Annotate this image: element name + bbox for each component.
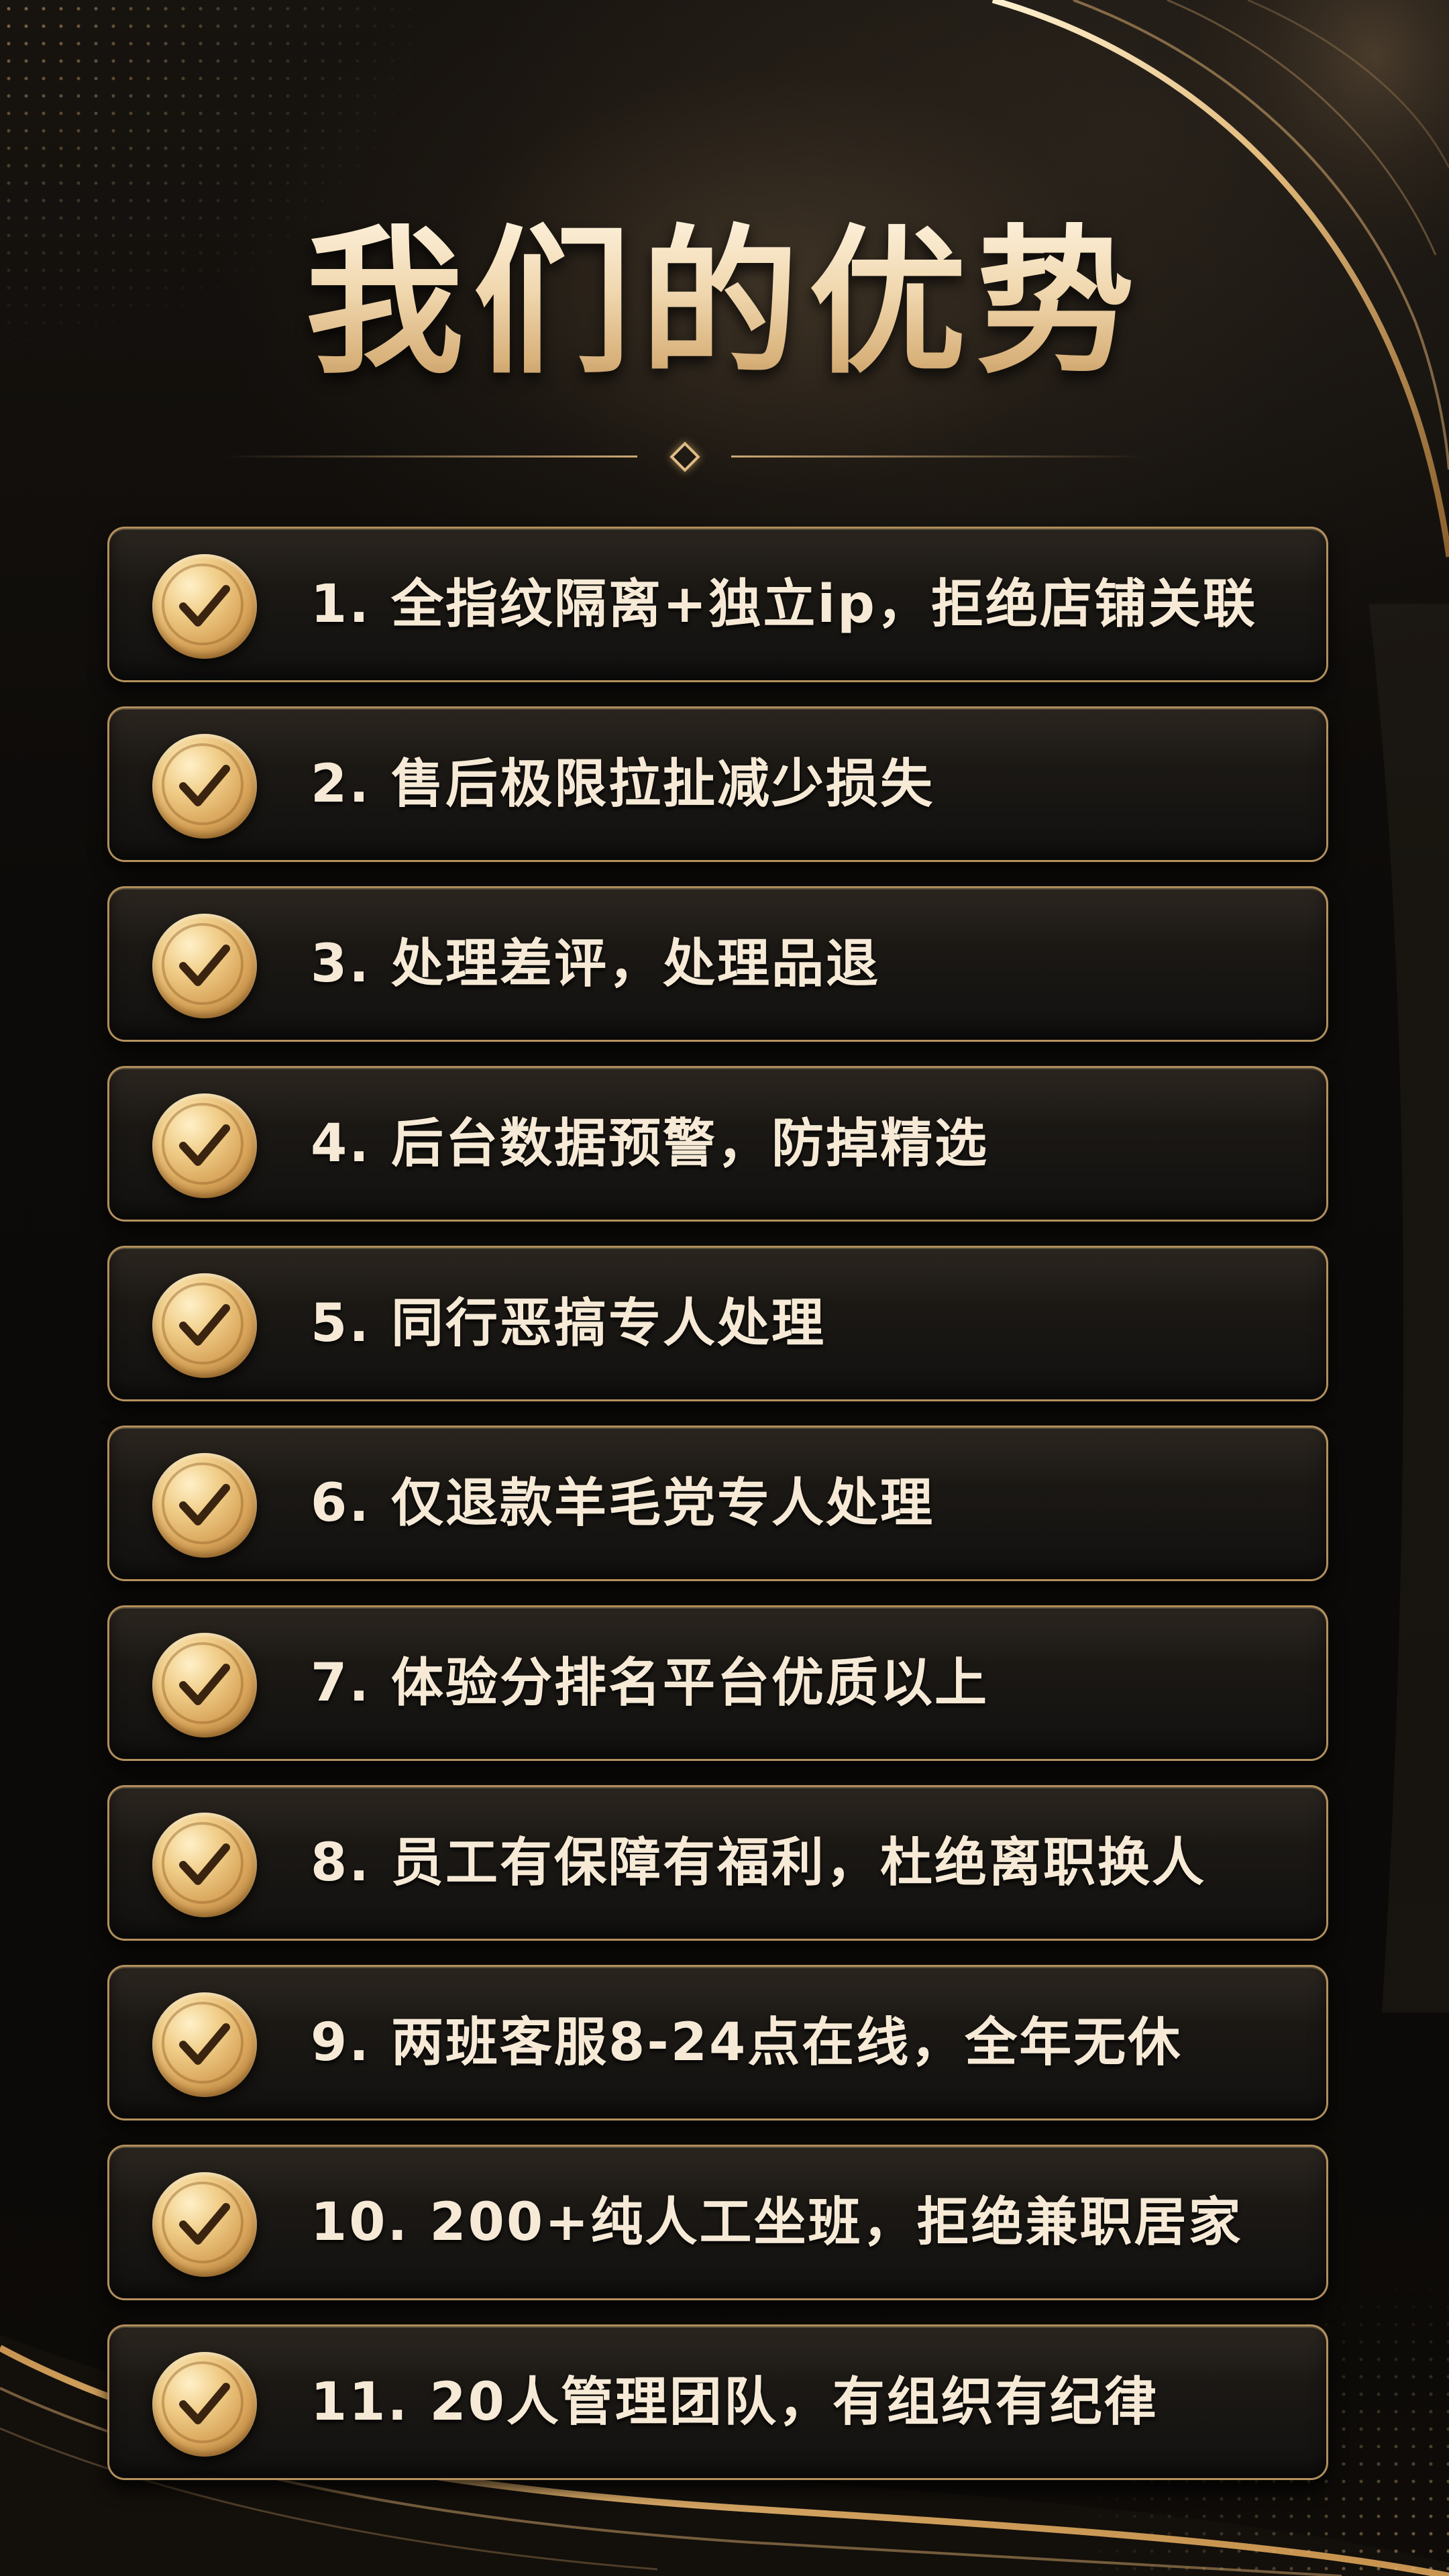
- check-circle-icon: [152, 554, 257, 659]
- check-circle-icon: [152, 1453, 257, 1558]
- list-item: 2. 售后极限拉扯减少损失: [107, 706, 1328, 862]
- check-circle-icon: [152, 1813, 257, 1917]
- list-item-label: 7. 体验分排名平台优质以上: [311, 1653, 989, 1713]
- advantages-list: 1. 全指纹隔离+独立ip，拒绝店铺关联 2. 售后极限拉扯减少损失 3. 处理…: [107, 527, 1328, 2480]
- advantages-poster: 我们的优势 1. 全指纹隔离+独立ip，拒绝店铺关联 2. 售后极限拉扯减少损失…: [0, 0, 1449, 2576]
- list-item-label: 3. 处理差评，处理品退: [311, 934, 881, 994]
- list-item: 8. 员工有保障有福利，杜绝离职换人: [107, 1785, 1328, 1941]
- list-item: 5. 同行恶搞专人处理: [107, 1246, 1328, 1401]
- list-item: 11. 20人管理团队，有组织有纪律: [107, 2324, 1328, 2480]
- list-item-label: 8. 员工有保障有福利，杜绝离职换人: [311, 1833, 1207, 1893]
- check-circle-icon: [152, 1273, 257, 1378]
- check-circle-icon: [152, 2172, 257, 2277]
- diamond-icon: [669, 441, 700, 472]
- list-item-label: 5. 同行恶搞专人处理: [311, 1293, 826, 1354]
- divider-line-right: [731, 455, 1147, 458]
- list-item: 3. 处理差评，处理品退: [107, 886, 1328, 1042]
- divider-line-left: [221, 455, 637, 458]
- list-item: 1. 全指纹隔离+独立ip，拒绝店铺关联: [107, 527, 1328, 682]
- list-item: 6. 仅退款羊毛党专人处理: [107, 1426, 1328, 1581]
- list-item-label: 2. 售后极限拉扯减少损失: [311, 754, 935, 814]
- check-circle-icon: [152, 1633, 257, 1737]
- list-item: 10. 200+纯人工坐班，拒绝兼职居家: [107, 2145, 1328, 2300]
- check-circle-icon: [152, 1992, 257, 2097]
- check-circle-icon: [152, 914, 257, 1018]
- list-item-label: 6. 仅退款羊毛党专人处理: [311, 1473, 935, 1534]
- page-title: 我们的优势: [0, 201, 1449, 402]
- title-divider: [221, 436, 1147, 476]
- list-item-label: 9. 两班客服8-24点在线，全年无休: [311, 2012, 1183, 2073]
- check-circle-icon: [152, 1093, 257, 1198]
- check-circle-icon: [152, 734, 257, 839]
- list-item-label: 10. 200+纯人工坐班，拒绝兼职居家: [311, 2192, 1243, 2253]
- list-item: 7. 体验分排名平台优质以上: [107, 1605, 1328, 1761]
- list-item-label: 11. 20人管理团队，有组织有纪律: [311, 2372, 1159, 2432]
- list-item: 9. 两班客服8-24点在线，全年无休: [107, 1965, 1328, 2121]
- list-item-label: 1. 全指纹隔离+独立ip，拒绝店铺关联: [311, 574, 1257, 635]
- list-item-label: 4. 后台数据预警，防掉精选: [311, 1114, 989, 1174]
- check-circle-icon: [152, 2352, 257, 2457]
- list-item: 4. 后台数据预警，防掉精选: [107, 1066, 1328, 1222]
